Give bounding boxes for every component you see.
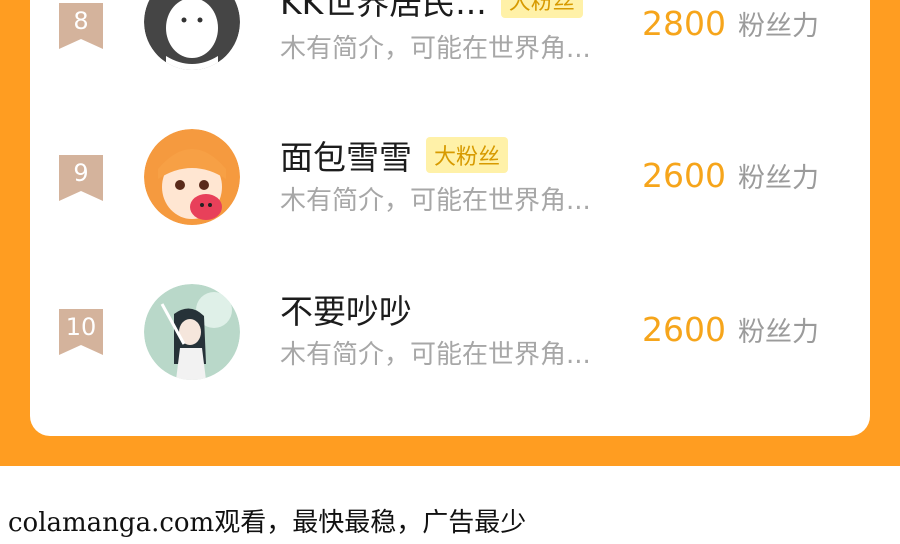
fan-score: 2600 粉丝力: [642, 156, 819, 195]
user-bio: 木有简介，可能在世界角...: [280, 34, 591, 64]
user-bio: 木有简介，可能在世界角...: [280, 340, 591, 370]
ranking-row[interactable]: 10 不要吵吵 木有简介，可能在世界角... 2600 粉丝力: [30, 272, 870, 392]
name-line: 不要吵吵: [280, 289, 412, 331]
ranking-row[interactable]: 9 面包雪雪 大粉丝 木有简介，可能在世界角... 2600 粉丝力: [30, 118, 870, 238]
ranking-row[interactable]: 8 KK世界居民... 大粉丝 木有简介，可能在世界角... 2800 粉丝力: [30, 0, 870, 90]
rank-number: 10: [65, 313, 97, 341]
fan-score: 2600 粉丝力: [642, 310, 819, 349]
user-name[interactable]: KK世界居民...: [280, 0, 487, 24]
watermark-footer-text: colamanga.com观看，最快最稳，广告最少: [8, 508, 527, 538]
rank-number: 9: [73, 159, 89, 187]
fan-score-unit: 粉丝力: [737, 11, 819, 42]
rank-badge: 10: [59, 309, 103, 355]
ranking-card: 8 KK世界居民... 大粉丝 木有简介，可能在世界角... 2800 粉丝力: [30, 0, 870, 436]
fan-level-badge: 大粉丝: [426, 137, 509, 173]
name-line: KK世界居民... 大粉丝: [280, 0, 583, 22]
fan-score-unit: 粉丝力: [737, 317, 819, 348]
rank-badge: 9: [59, 155, 103, 201]
user-avatar[interactable]: [144, 129, 240, 225]
user-name[interactable]: 面包雪雪: [280, 131, 412, 179]
fan-score-unit: 粉丝力: [737, 163, 819, 194]
user-avatar[interactable]: [144, 284, 240, 380]
name-line: 面包雪雪 大粉丝: [280, 135, 509, 177]
fan-score-value: 2600: [642, 310, 726, 349]
fan-score: 2800 粉丝力: [642, 4, 819, 43]
ghost-avatar-icon: [144, 0, 240, 70]
anime-girl-avatar-icon: [144, 129, 240, 225]
user-name[interactable]: 不要吵吵: [280, 285, 412, 333]
rank-badge: 8: [59, 3, 103, 49]
user-avatar[interactable]: [144, 0, 240, 70]
anime-girl-umbrella-avatar-icon: [144, 284, 240, 380]
fan-score-value: 2800: [642, 4, 726, 43]
fan-score-value: 2600: [642, 156, 726, 195]
user-bio: 木有简介，可能在世界角...: [280, 186, 591, 216]
rank-number: 8: [73, 7, 89, 35]
fan-level-badge: 大粉丝: [500, 0, 583, 18]
